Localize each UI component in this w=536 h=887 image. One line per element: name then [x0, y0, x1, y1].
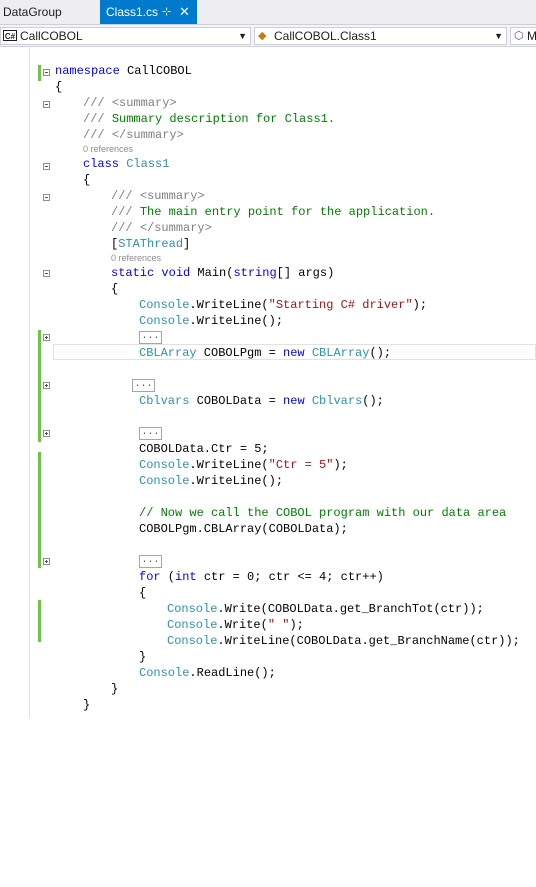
code-line: CBLArray COBOLPgm = new CBLArray(); [139, 346, 392, 360]
code-line: Console.WriteLine("Ctr = 5"); [139, 458, 348, 472]
chevron-down-icon: ▼ [238, 31, 247, 41]
code-line: { [55, 80, 63, 94]
code-line: { [83, 173, 91, 187]
document-tab-strip: DataGroup Class1.cs ⊹ ✕ [0, 0, 536, 24]
code-line: class Class1 [83, 157, 170, 171]
tab-datagroup-label: DataGroup [3, 5, 62, 19]
pin-icon[interactable]: ⊹ [162, 0, 171, 24]
class-icon: ◆ [258, 30, 267, 42]
code-line: /// Summary description for Class1. [83, 112, 336, 126]
code-line: namespace CallCOBOL [55, 64, 192, 78]
close-icon[interactable]: ✕ [179, 0, 190, 24]
code-line: } [111, 682, 119, 696]
code-line: [STAThread] [111, 237, 191, 251]
code-line: /// <summary> [111, 189, 205, 203]
code-editor[interactable]: namespace CallCOBOL { /// <summary> /// … [0, 47, 536, 718]
collapsed-region[interactable]: ... [132, 379, 155, 392]
code-line: Cblvars COBOLData = new Cblvars(); [139, 394, 384, 408]
tab-class1-label: Class1.cs [106, 5, 159, 19]
type-dropdown-label: CallCOBOL.Class1 [274, 29, 377, 43]
code-line: static void Main(string[] args) [111, 266, 335, 280]
member-dropdown-label: M [527, 29, 536, 43]
expand-icon[interactable] [43, 430, 50, 437]
tab-datagroup[interactable]: DataGroup [0, 0, 100, 24]
code-line: } [139, 650, 147, 664]
code-line: COBOLData.Ctr = 5; [139, 442, 269, 456]
code-line: Console.WriteLine("Starting C# driver"); [139, 298, 428, 312]
code-line: COBOLPgm.CBLArray(COBOLData); [139, 522, 348, 536]
chevron-down-icon: ▼ [494, 31, 503, 41]
code-line: for (int ctr = 0; ctr <= 4; ctr++) [139, 570, 384, 584]
references-codelens[interactable]: 0 references [83, 144, 133, 155]
collapsed-region[interactable]: ... [139, 331, 162, 344]
code-line: Console.Write(" "); [167, 618, 304, 632]
collapsed-region[interactable]: ... [139, 427, 162, 440]
csharp-project-icon: C# [3, 30, 17, 41]
code-line: // Now we call the COBOL program with ou… [139, 506, 507, 520]
method-icon: ⬡ [514, 30, 524, 42]
type-dropdown[interactable]: ◆ CallCOBOL.Class1 ▼ [254, 27, 507, 45]
project-dropdown-label: CallCOBOL [20, 29, 83, 43]
code-line: /// </summary> [83, 128, 184, 142]
code-line: Console.WriteLine(); [139, 314, 284, 328]
code-line: Console.Write(COBOLData.get_BranchTot(ct… [167, 602, 484, 616]
code-line: Console.WriteLine(); [139, 474, 284, 488]
code-line: } [83, 698, 91, 712]
tab-class1-cs[interactable]: Class1.cs ⊹ ✕ [100, 0, 197, 24]
expand-icon[interactable] [43, 382, 50, 389]
code-line: /// </summary> [111, 221, 212, 235]
code-line: Console.WriteLine(COBOLData.get_BranchNa… [167, 634, 520, 648]
navigation-bar: C# CallCOBOL ▼ ◆ CallCOBOL.Class1 ▼ ⬡ M [0, 24, 536, 47]
code-line: /// <summary> [83, 96, 177, 110]
expand-icon[interactable] [43, 334, 50, 341]
member-dropdown[interactable]: ⬡ M [510, 27, 536, 45]
expand-icon[interactable] [43, 558, 50, 565]
references-codelens[interactable]: 0 references [111, 253, 161, 264]
project-dropdown[interactable]: C# CallCOBOL ▼ [0, 27, 251, 45]
code-line: { [111, 282, 119, 296]
code-line: Console.ReadLine(); [139, 666, 276, 680]
collapsed-region[interactable]: ... [139, 555, 162, 568]
code-line: /// The main entry point for the applica… [111, 205, 436, 219]
code-line: { [139, 586, 147, 600]
